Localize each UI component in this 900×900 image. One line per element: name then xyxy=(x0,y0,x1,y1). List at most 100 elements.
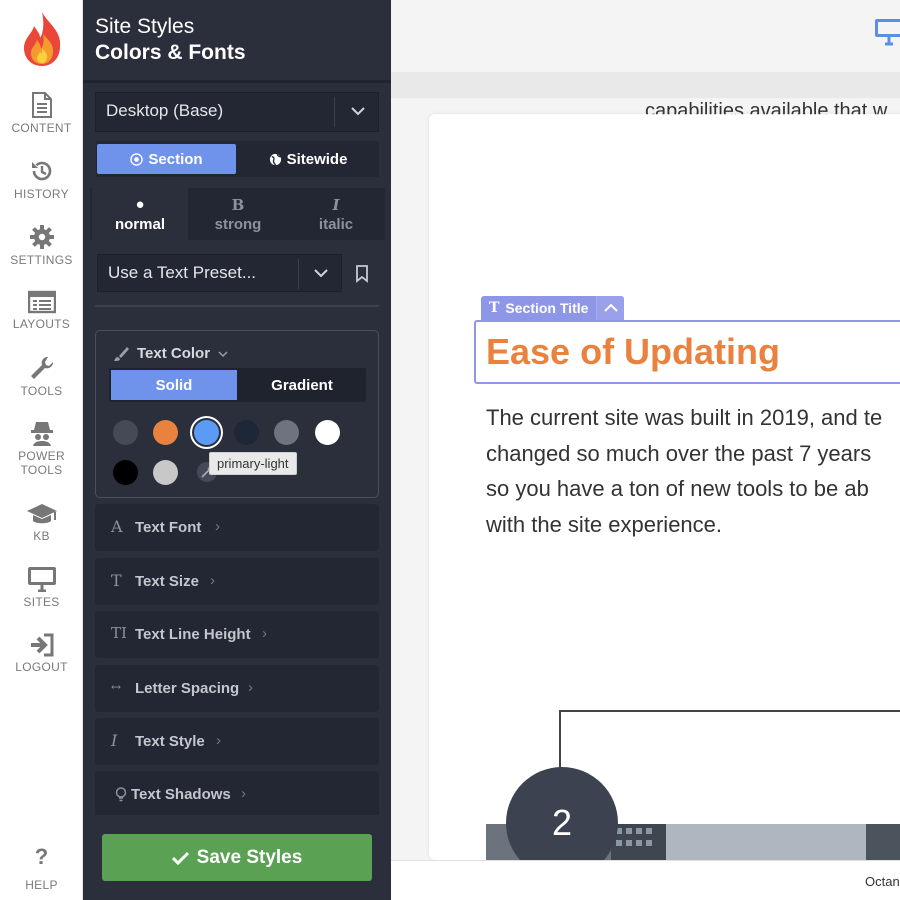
letter-spacing-icon: ↔ xyxy=(111,680,122,694)
rail-sites-label: SITES xyxy=(23,595,60,609)
tab-strong[interactable]: B strong xyxy=(190,188,286,240)
text-size-row[interactable]: T Text Size › xyxy=(95,558,379,605)
globe-icon xyxy=(269,153,281,165)
preview-status-bar: Octane xyxy=(391,860,900,900)
preview-divider xyxy=(391,72,900,98)
letter-spacing-row[interactable]: ↔ Letter Spacing › xyxy=(95,665,379,712)
text-line-height-label: Text Line Height xyxy=(135,626,251,643)
rail-help-label: HELP xyxy=(25,878,58,892)
color-swatch[interactable] xyxy=(153,420,178,445)
text-line-height-row[interactable]: TI Text Line Height › xyxy=(95,611,379,658)
color-swatch[interactable] xyxy=(113,420,138,445)
chevron-right-icon: › xyxy=(210,572,215,589)
chevron-right-icon: › xyxy=(262,625,267,642)
tab-strong-label: strong xyxy=(214,216,262,233)
styles-panel: Site Styles Colors & Fonts Desktop (Base… xyxy=(83,0,391,900)
rail-logout[interactable]: LOGOUT xyxy=(0,633,83,674)
panel-subtitle: Colors & Fonts xyxy=(95,41,246,64)
rail-power-tools-label: POWER TOOLS xyxy=(0,449,83,477)
chevron-down-icon xyxy=(314,269,328,278)
preview-toolbar xyxy=(391,0,900,72)
preview-canvas: capabilities available that w T Section T… xyxy=(391,0,900,900)
section-divider xyxy=(95,305,379,307)
text-color-header[interactable]: Text Color xyxy=(113,345,228,362)
bookmark-icon[interactable] xyxy=(351,262,373,284)
rail-help[interactable]: ? HELP xyxy=(0,844,83,893)
flame-logo[interactable] xyxy=(18,8,66,68)
rail-power-tools[interactable]: POWER TOOLS xyxy=(0,420,83,477)
tab-italic[interactable]: I italic xyxy=(288,188,384,240)
text-style-row[interactable]: I Text Style › xyxy=(95,718,379,765)
rail-kb[interactable]: KB xyxy=(0,502,83,543)
header-divider xyxy=(83,80,391,83)
font-icon: A xyxy=(111,517,123,536)
rail-history[interactable]: HISTORY xyxy=(0,158,83,201)
chevron-right-icon: › xyxy=(216,732,221,749)
body-line: so you have a ton of new tools to be ab xyxy=(486,476,869,501)
tab-italic-label: italic xyxy=(318,216,354,233)
color-swatch[interactable] xyxy=(113,460,138,485)
gradient-mode-button[interactable]: Gradient xyxy=(239,370,365,400)
section-heading[interactable]: Ease of Updating xyxy=(486,331,780,373)
graduation-cap-icon xyxy=(26,504,57,524)
sitewide-scope-button[interactable]: Sitewide xyxy=(238,144,378,174)
section-scope-label: Section xyxy=(148,150,203,168)
solid-mode-button[interactable]: Solid xyxy=(111,370,237,400)
text-style-label: Text Style xyxy=(135,733,205,750)
color-swatch[interactable] xyxy=(153,460,178,485)
text-style-icon: I xyxy=(111,731,118,750)
save-styles-button[interactable]: Save Styles xyxy=(102,834,372,881)
rail-layouts[interactable]: LAYOUTS xyxy=(0,290,83,331)
gear-icon xyxy=(29,225,54,249)
chevron-right-icon: › xyxy=(241,785,246,802)
color-mode-toggle: Solid Gradient xyxy=(109,368,366,402)
bold-icon: B xyxy=(231,196,245,214)
text-type-icon: T xyxy=(489,300,500,316)
rail-sites[interactable]: SITES xyxy=(0,566,83,609)
color-swatch[interactable] xyxy=(234,420,259,445)
question-icon: ? xyxy=(34,844,49,869)
rail-settings[interactable]: SETTINGS xyxy=(0,224,83,267)
body-line: The current site was built in 2019, and … xyxy=(486,405,883,430)
chevron-up-icon[interactable] xyxy=(596,296,625,320)
color-swatch[interactable] xyxy=(194,420,219,445)
layouts-icon xyxy=(27,290,56,314)
target-icon xyxy=(130,152,144,166)
text-shadows-label: Text Shadows xyxy=(131,786,231,803)
section-scope-button[interactable]: Section xyxy=(97,144,236,174)
tab-normal-label: normal xyxy=(114,216,165,233)
chevron-down-icon xyxy=(218,350,228,357)
section-title-badge[interactable]: T Section Title xyxy=(481,296,625,320)
left-rail: CONTENT HISTORY SETTINGS LAYOUTS TOOLS P… xyxy=(0,0,83,900)
lightbulb-icon xyxy=(115,787,127,802)
rail-tools[interactable]: TOOLS xyxy=(0,355,83,398)
body-line: changed so much over the past 7 years xyxy=(486,440,872,466)
line-height-icon: TI xyxy=(111,624,127,642)
color-swatch[interactable] xyxy=(315,420,340,445)
text-shadows-row[interactable]: Text Shadows › xyxy=(95,771,379,818)
tab-normal[interactable]: ● normal xyxy=(92,188,188,240)
text-preset-value: Use a Text Preset... xyxy=(108,263,257,282)
rail-content[interactable]: CONTENT xyxy=(0,92,83,135)
text-weight-tabs: ● normal B strong I italic xyxy=(90,188,385,240)
text-font-row[interactable]: A Text Font › xyxy=(95,504,379,551)
rail-settings-label: SETTINGS xyxy=(10,253,73,267)
text-size-label: Text Size xyxy=(135,573,199,590)
rail-power-tools-line1: POWER xyxy=(18,449,65,463)
color-swatch[interactable] xyxy=(274,420,299,445)
section-body-text[interactable]: The current site was built in 2019, and … xyxy=(486,400,900,542)
rail-kb-label: KB xyxy=(33,529,50,543)
rail-history-label: HISTORY xyxy=(13,187,69,201)
sitewide-scope-label: Sitewide xyxy=(286,150,348,168)
rail-layouts-label: LAYOUTS xyxy=(12,317,71,331)
spy-icon xyxy=(30,422,53,446)
text-size-icon: T xyxy=(111,571,122,590)
swatch-tooltip: primary-light xyxy=(209,452,297,475)
letter-spacing-label: Letter Spacing xyxy=(135,680,240,697)
monitor-icon xyxy=(27,567,56,592)
desktop-view-icon[interactable] xyxy=(874,18,900,46)
wrench-icon xyxy=(30,356,53,379)
device-select[interactable]: Desktop (Base) xyxy=(95,92,379,132)
chevron-right-icon: › xyxy=(248,679,253,696)
text-preset-select[interactable]: Use a Text Preset... xyxy=(97,254,342,292)
